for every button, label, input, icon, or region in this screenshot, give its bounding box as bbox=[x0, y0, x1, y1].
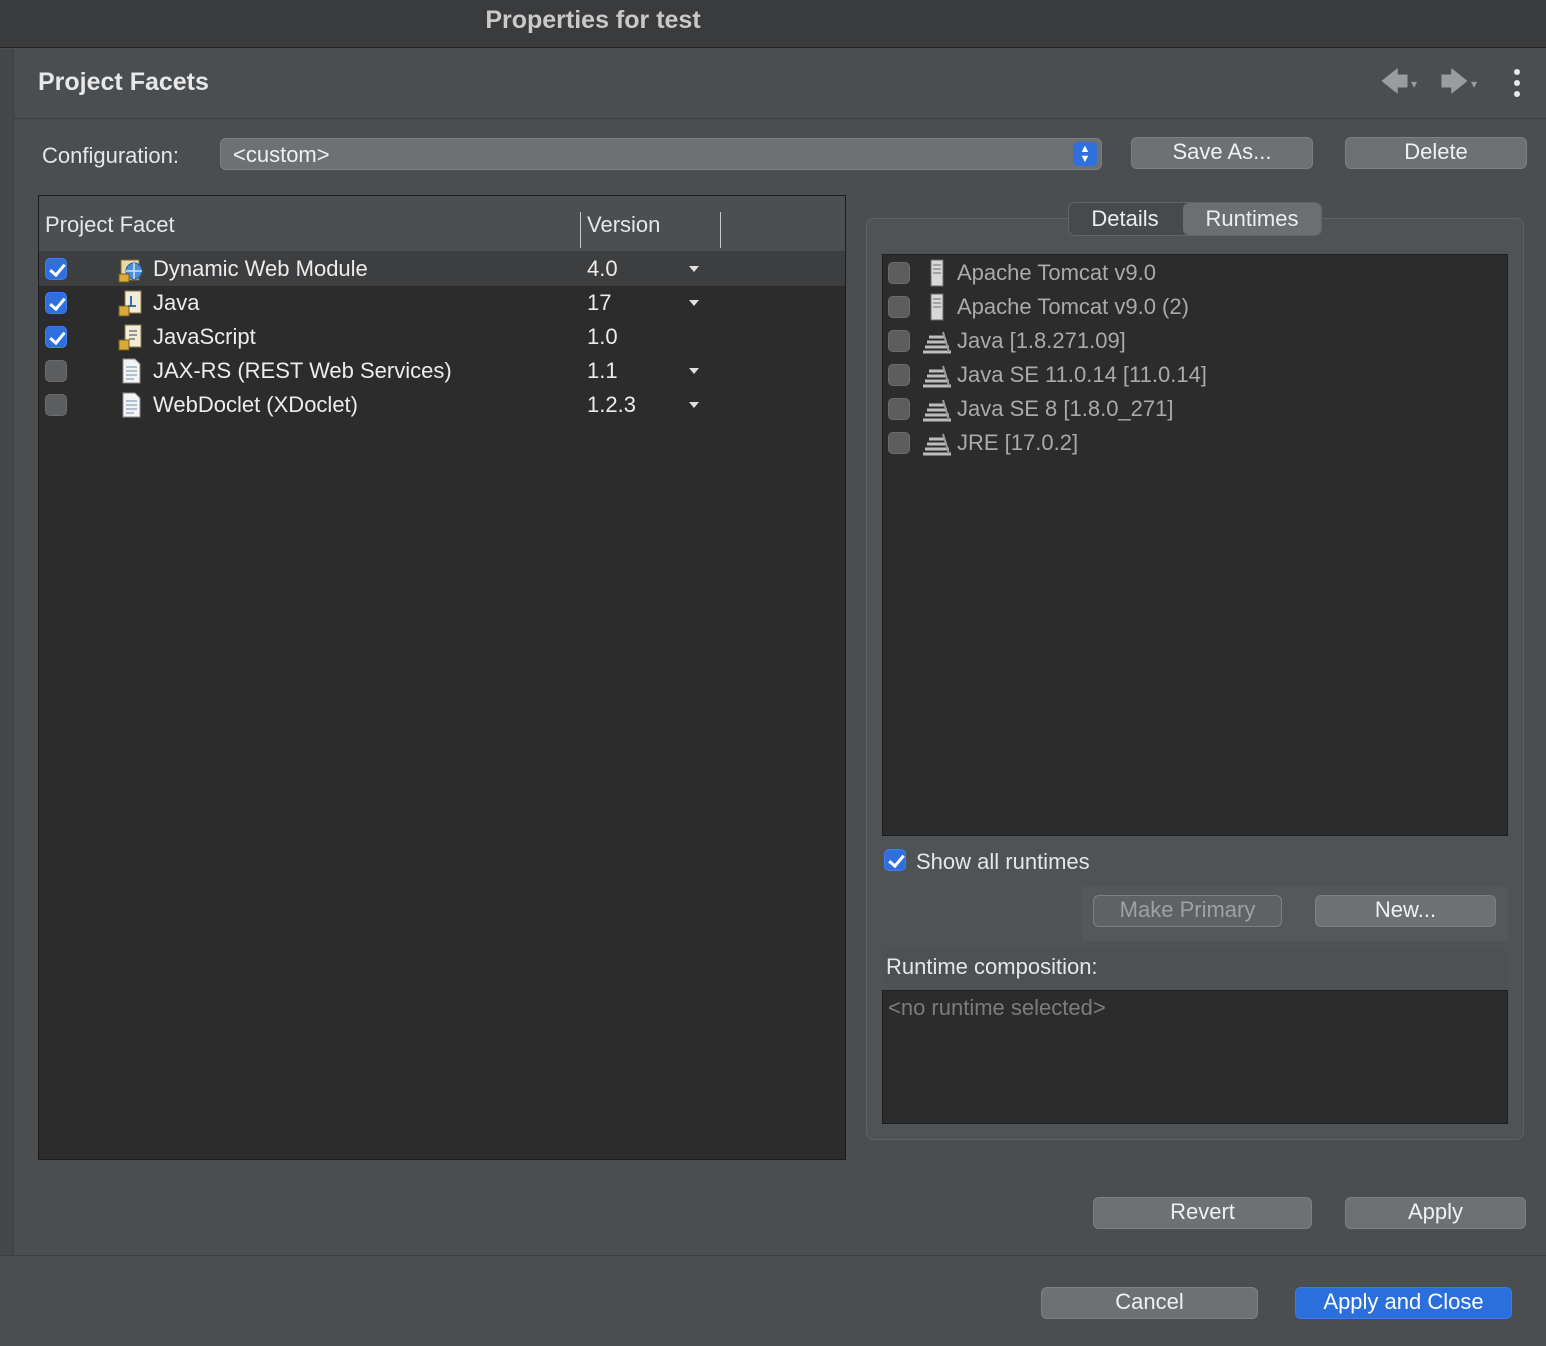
list-item[interactable]: Java SE 11.0.14 [11.0.14] bbox=[883, 358, 1507, 392]
facet-name: WebDoclet (XDoclet) bbox=[153, 392, 358, 417]
more-vertical-icon[interactable] bbox=[1514, 69, 1522, 99]
new-runtime-button[interactable]: New... bbox=[1315, 895, 1496, 927]
list-item[interactable]: JRE [17.0.2] bbox=[883, 426, 1507, 460]
runtime-checkbox[interactable] bbox=[888, 330, 910, 352]
apply-button[interactable]: Apply bbox=[1345, 1197, 1526, 1229]
revert-button[interactable]: Revert bbox=[1093, 1197, 1312, 1229]
server-icon bbox=[930, 259, 944, 287]
facet-checkbox[interactable] bbox=[45, 292, 67, 314]
tab-bar: Details Runtimes bbox=[1068, 202, 1322, 236]
facet-checkbox[interactable] bbox=[45, 360, 67, 382]
configuration-value: <custom> bbox=[233, 142, 330, 167]
show-all-runtimes-label[interactable]: Show all runtimes bbox=[916, 849, 1090, 875]
table-row[interactable]: JavaScript 1.0 bbox=[39, 320, 845, 354]
page-title: Project Facets bbox=[38, 68, 209, 96]
save-as-button[interactable]: Save As... bbox=[1131, 137, 1313, 169]
runtime-name: Java [1.8.271.09] bbox=[957, 328, 1126, 353]
facet-name: JavaScript bbox=[153, 324, 256, 349]
configuration-select[interactable]: <custom> ▲ ▼ bbox=[220, 138, 1102, 170]
configuration-label: Configuration: bbox=[42, 143, 179, 168]
runtime-name: Apache Tomcat v9.0 bbox=[957, 260, 1156, 285]
chevron-down-icon: ▾ bbox=[1410, 76, 1417, 91]
runtime-name: Java SE 8 [1.8.0_271] bbox=[957, 396, 1174, 421]
facet-version[interactable]: 1.0 bbox=[587, 324, 618, 350]
table-row[interactable]: Java 17 bbox=[39, 286, 845, 320]
show-all-runtimes-checkbox[interactable] bbox=[884, 849, 906, 871]
forward-button[interactable]: 🡆 ▾ bbox=[1440, 67, 1477, 97]
facet-version[interactable]: 17 bbox=[587, 290, 611, 316]
arrow-left-icon: 🡄 bbox=[1380, 66, 1409, 97]
runtime-composition-label: Runtime composition: bbox=[886, 954, 1098, 979]
facet-checkbox[interactable] bbox=[45, 394, 67, 416]
list-item[interactable]: Java [1.8.271.09] bbox=[883, 324, 1507, 358]
java-facet-icon bbox=[118, 290, 142, 317]
select-stepper-icon: ▲ ▼ bbox=[1073, 142, 1097, 166]
arrow-right-icon: 🡆 bbox=[1440, 66, 1469, 97]
runtime-checkbox[interactable] bbox=[888, 296, 910, 318]
facet-checkbox[interactable] bbox=[45, 326, 67, 348]
left-border bbox=[0, 49, 14, 1255]
column-header-facet[interactable]: Project Facet bbox=[45, 212, 175, 238]
runtime-checkbox[interactable] bbox=[888, 262, 910, 284]
chevron-down-icon: ▾ bbox=[1470, 76, 1477, 91]
column-divider[interactable] bbox=[580, 212, 581, 248]
facet-name: JAX-RS (REST Web Services) bbox=[153, 358, 452, 383]
jre-library-icon bbox=[923, 331, 951, 354]
list-item[interactable]: Java SE 8 [1.8.0_271] bbox=[883, 392, 1507, 426]
tab-runtimes[interactable]: Runtimes bbox=[1183, 203, 1321, 235]
facets-table[interactable]: Project Facet Version Dynamic Web Module… bbox=[38, 195, 846, 1160]
runtime-composition-box: <no runtime selected> bbox=[882, 990, 1508, 1124]
facet-version[interactable]: 4.0 bbox=[587, 256, 618, 282]
list-item[interactable]: Apache Tomcat v9.0 (2) bbox=[883, 290, 1507, 324]
runtime-name: JRE [17.0.2] bbox=[957, 430, 1079, 455]
runtime-composition-placeholder: <no runtime selected> bbox=[888, 995, 1106, 1020]
chevron-down-icon[interactable] bbox=[689, 300, 699, 306]
table-row[interactable]: WebDoclet (XDoclet) 1.2.3 bbox=[39, 388, 845, 422]
facet-version[interactable]: 1.2.3 bbox=[587, 392, 636, 418]
facet-checkbox[interactable] bbox=[45, 258, 67, 280]
web-module-icon bbox=[118, 259, 143, 283]
runtime-checkbox[interactable] bbox=[888, 398, 910, 420]
runtime-name: Java SE 11.0.14 [11.0.14] bbox=[957, 362, 1207, 387]
runtime-checkbox[interactable] bbox=[888, 364, 910, 386]
window-titlebar: Properties for test bbox=[0, 0, 1546, 48]
facet-name: Dynamic Web Module bbox=[153, 256, 368, 281]
apply-and-close-button[interactable]: Apply and Close bbox=[1295, 1287, 1512, 1319]
chevron-down-icon[interactable] bbox=[689, 368, 699, 374]
facet-version[interactable]: 1.1 bbox=[587, 358, 618, 384]
jre-library-icon bbox=[923, 399, 951, 422]
facet-name: Java bbox=[153, 290, 200, 315]
javascript-facet-icon bbox=[118, 324, 142, 351]
document-icon bbox=[122, 392, 141, 418]
list-item[interactable]: Apache Tomcat v9.0 bbox=[883, 256, 1507, 290]
tab-details[interactable]: Details bbox=[1069, 203, 1181, 235]
back-button[interactable]: 🡄 ▾ bbox=[1380, 67, 1417, 97]
runtime-name: Apache Tomcat v9.0 (2) bbox=[957, 294, 1189, 319]
runtime-checkbox[interactable] bbox=[888, 432, 910, 454]
document-icon bbox=[122, 358, 141, 384]
table-row[interactable]: JAX-RS (REST Web Services) 1.1 bbox=[39, 354, 845, 388]
server-icon bbox=[930, 293, 944, 321]
runtimes-list[interactable]: Apache Tomcat v9.0 Apache Tomcat v9.0 (2… bbox=[882, 254, 1508, 836]
page-header: Project Facets 🡄 ▾ 🡆 ▾ bbox=[14, 49, 1546, 119]
make-primary-button[interactable]: Make Primary bbox=[1093, 895, 1282, 927]
cancel-button[interactable]: Cancel bbox=[1041, 1287, 1258, 1319]
jre-library-icon bbox=[923, 365, 951, 388]
column-divider[interactable] bbox=[720, 212, 721, 248]
window-title: Properties for test bbox=[485, 6, 701, 34]
chevron-down-icon[interactable] bbox=[689, 402, 699, 408]
table-row[interactable]: Dynamic Web Module 4.0 bbox=[39, 252, 845, 286]
facets-table-header: Project Facet Version bbox=[39, 196, 845, 252]
jre-library-icon bbox=[923, 433, 951, 456]
chevron-down-icon[interactable] bbox=[689, 266, 699, 272]
column-header-version[interactable]: Version bbox=[587, 212, 660, 238]
delete-button[interactable]: Delete bbox=[1345, 137, 1527, 169]
